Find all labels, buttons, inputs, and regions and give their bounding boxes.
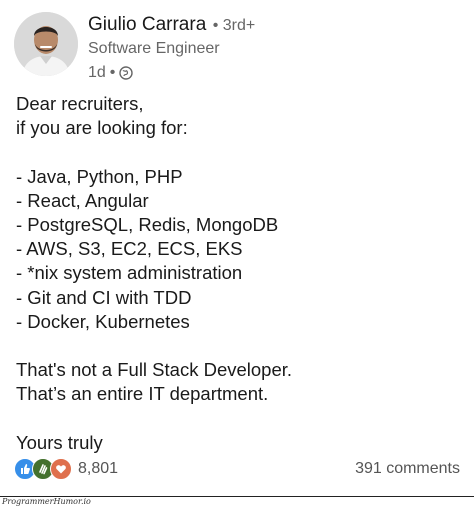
linkedin-post: Giulio Carrara • 3rd+ Software Engineer …: [0, 0, 474, 507]
connection-degree: • 3rd+: [212, 17, 256, 34]
meta-separator: •: [109, 64, 116, 81]
author-name-row: Giulio Carrara • 3rd+: [88, 14, 255, 36]
post-time: 1d: [88, 64, 106, 81]
post-text-line: That’s an entire IT department.: [16, 383, 269, 405]
author-name[interactable]: Giulio Carrara: [88, 14, 206, 35]
reactions-summary[interactable]: 8,801: [14, 458, 118, 480]
author-avatar[interactable]: [14, 12, 78, 76]
globe-icon: [119, 66, 134, 80]
post-text-line: - *nix system administration: [16, 262, 243, 284]
avatar-photo: [14, 12, 78, 76]
author-headline: Software Engineer: [88, 40, 220, 57]
post-text-line: if you are looking for:: [16, 117, 188, 139]
post-text-line: Yours truly: [16, 431, 103, 453]
post-text-line: - AWS, S3, EC2, ECS, EKS: [16, 238, 243, 260]
post-text-line: Dear recruiters,: [16, 93, 144, 114]
post-text-line: - Git and CI with TDD: [16, 286, 192, 308]
post-text-line: - Java, Python, PHP: [16, 165, 183, 187]
watermark: ProgrammerHumor.io: [2, 497, 91, 506]
social-counts: 8,801 391 comments: [14, 458, 460, 482]
post-meta: 1d •: [88, 64, 134, 82]
post-text-line: - Docker, Kubernetes: [16, 310, 190, 332]
post-body: Dear recruiters, if you are looking for: -…: [16, 92, 458, 455]
comments-count[interactable]: 391 comments: [355, 460, 460, 478]
reaction-count: 8,801: [78, 460, 119, 477]
post-text-line: That's not a Full Stack Developer.: [16, 359, 293, 381]
love-icon: [50, 458, 72, 480]
post-text-line: - PostgreSQL, Redis, MongoDB: [16, 213, 279, 235]
post-text-line: - React, Angular: [16, 189, 149, 211]
